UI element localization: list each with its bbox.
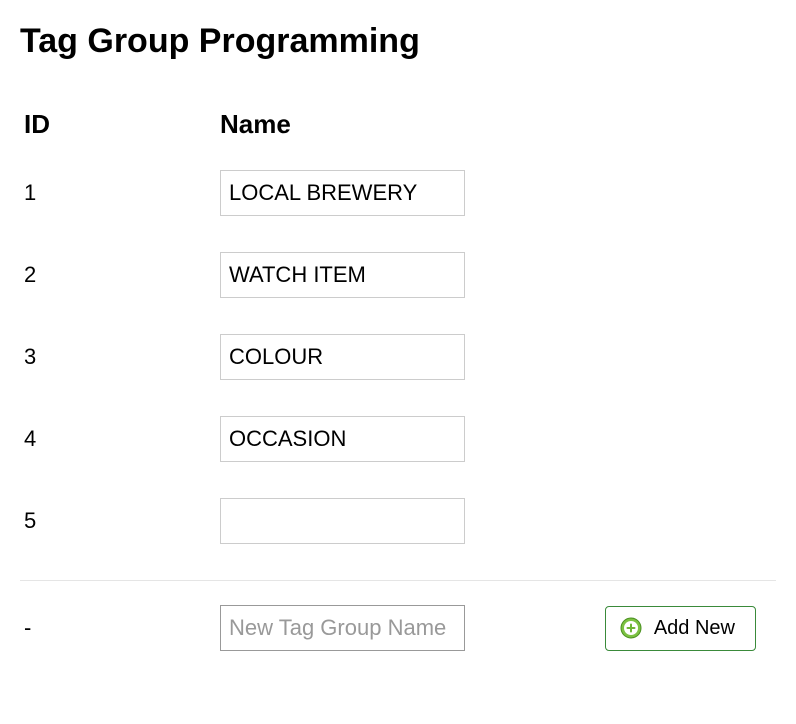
new-tag-group-row: - Add New <box>20 605 776 651</box>
table-row: 3 <box>20 334 776 380</box>
add-icon <box>620 617 642 639</box>
page-title: Tag Group Programming <box>20 22 776 61</box>
divider <box>20 580 776 581</box>
row-id: 3 <box>20 344 220 370</box>
table-row: 1 <box>20 170 776 216</box>
table-row: 2 <box>20 252 776 298</box>
add-new-button-label: Add New <box>654 617 735 640</box>
tag-group-name-input[interactable] <box>220 170 465 216</box>
new-tag-group-name-input[interactable] <box>220 605 465 651</box>
row-id: 4 <box>20 426 220 452</box>
row-id: 1 <box>20 180 220 206</box>
tag-group-table: ID Name 1 2 3 4 5 - Add New <box>20 109 776 651</box>
table-row: 4 <box>20 416 776 462</box>
column-header-id: ID <box>20 109 220 140</box>
row-id: 2 <box>20 262 220 288</box>
add-new-button[interactable]: Add New <box>605 606 756 651</box>
table-row: 5 <box>20 498 776 544</box>
tag-group-name-input[interactable] <box>220 252 465 298</box>
tag-group-name-input[interactable] <box>220 498 465 544</box>
column-header-name: Name <box>220 109 470 140</box>
tag-group-name-input[interactable] <box>220 334 465 380</box>
tag-group-name-input[interactable] <box>220 416 465 462</box>
new-row-id: - <box>20 615 220 641</box>
row-id: 5 <box>20 508 220 534</box>
table-header-row: ID Name <box>20 109 776 140</box>
